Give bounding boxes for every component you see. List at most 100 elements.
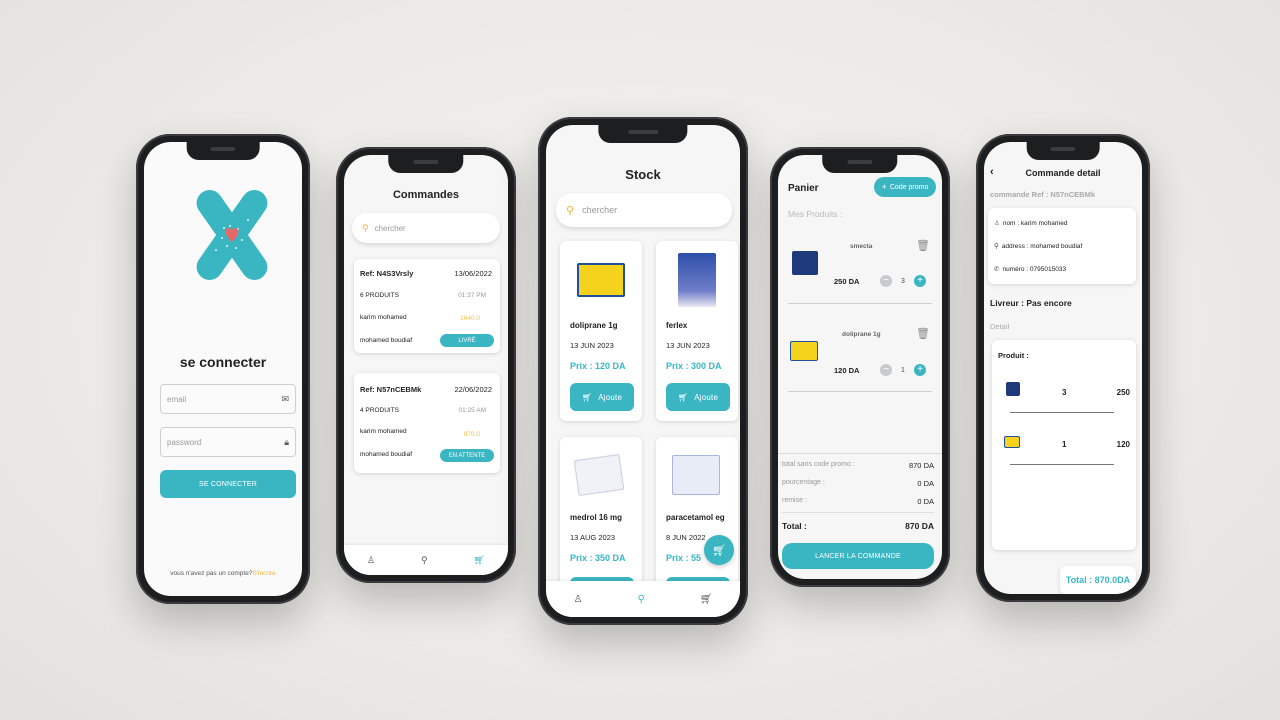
product-card[interactable]: paracetamol eg 8 JUN 2022 Prix : 55 [656, 437, 738, 597]
phone-stock: Stock ⚲ chercher doliprane 1g 13 JUN 202… [538, 117, 748, 625]
notch [388, 155, 464, 173]
add-button[interactable]: 🛒︎ Ajoute [666, 383, 730, 411]
profile-icon[interactable]: ♙ [367, 555, 375, 566]
product-date: 13 AUG 2023 [570, 533, 616, 542]
product-name: paracetamol eg [666, 513, 725, 522]
promo-code-button[interactable]: + Code promo [874, 177, 936, 197]
bottom-nav: ♙ ⚲ 🛒︎ [546, 581, 740, 617]
divider [1010, 412, 1114, 413]
plus-button[interactable]: + [914, 364, 926, 376]
cart-icon: 🛒︎ [712, 544, 726, 557]
detail-title: Commande detail [1025, 168, 1101, 178]
search-icon: ⚲ [362, 222, 369, 233]
client-name-row: ♙ nom : karim mohamed [994, 219, 1068, 227]
bottom-nav: ♙ ⚲ 🛒︎ [344, 545, 508, 575]
total-label: Total : [782, 521, 807, 531]
lock-icon: 🔒︎ [284, 436, 289, 447]
password-field[interactable]: password 🔒︎ [160, 427, 296, 457]
subtotal-value: 870 DA [908, 461, 934, 470]
divider [1010, 464, 1114, 465]
quantity-stepper[interactable]: − 3 + [880, 275, 926, 287]
total-value: 870 DA [905, 521, 934, 531]
product-price: Prix : 55 [666, 553, 702, 563]
discount-label: remise : [782, 497, 807, 504]
client-name: nom : karim mohamed [1002, 220, 1068, 227]
plus-icon: + [881, 182, 887, 192]
order-card[interactable]: Ref: N57nCEBMk 22/06/2022 4 PRODUITS 01:… [354, 373, 500, 473]
orders-screen: Commandes ⚲ chercher Ref: N4S3Vrsly 13/0… [344, 155, 508, 575]
order-amount: 1640.0 [460, 315, 480, 322]
stock-search-input[interactable]: ⚲ chercher [556, 193, 732, 227]
login-title: se connecter [179, 354, 267, 370]
order-driver: mohamed boudiaf [360, 337, 413, 344]
cart-item-name: doliprane 1g [842, 331, 881, 338]
minus-button[interactable]: − [880, 275, 892, 287]
order-count: 6 PRODUITS [360, 292, 400, 299]
launch-order-button[interactable]: LANCER LA COMMANDE [782, 543, 934, 569]
percent-label: pourcentage : [782, 479, 825, 486]
add-button[interactable]: 🛒︎ Ajoute [570, 383, 634, 411]
trash-icon[interactable]: 🗑︎ [916, 239, 930, 252]
product-image [573, 453, 625, 497]
products-label: Produit : [998, 351, 1029, 360]
search-icon[interactable]: ⚲ [421, 555, 428, 566]
notch [822, 155, 898, 173]
status-badge: LIVRÉ [440, 334, 494, 347]
minus-button[interactable]: − [880, 364, 892, 376]
order-driver: mohamed boudiaf [360, 451, 413, 458]
login-button[interactable]: SE CONNECTER [160, 470, 296, 498]
add-label: Ajoute [694, 392, 719, 402]
client-card: ♙ nom : karim mohamed ⚲ address : mohamed … [988, 208, 1136, 284]
product-image [792, 251, 818, 275]
quantity-stepper[interactable]: − 1 + [880, 364, 926, 376]
product-date: 13 JUN 2023 [666, 341, 710, 350]
order-ref: Ref: N57nCEBMk [360, 385, 422, 394]
phone-login: se connecter email ✉ password 🔒︎ SE CONN… [136, 134, 310, 604]
order-total: Total : 870.0DA [1060, 566, 1136, 594]
product-price: Prix : 300 DA [666, 361, 722, 371]
line-price: 250 [1116, 388, 1130, 397]
phone-orders: Commandes ⚲ chercher Ref: N4S3Vrsly 13/0… [336, 147, 516, 583]
order-amount: 870.0 [463, 431, 480, 438]
section-label: Mes Produits : [788, 209, 843, 219]
client-phone: numéro : 0795015033 [1002, 266, 1067, 273]
order-client: karim mohamed [360, 428, 407, 435]
notch [186, 142, 260, 160]
cart-item-name: smecta [850, 243, 873, 250]
profile-icon[interactable]: ♙ [574, 594, 583, 605]
signup-link[interactable]: S'incrire [252, 570, 275, 577]
mail-icon: ✉ [281, 393, 289, 404]
location-icon: ⚲ [994, 243, 999, 250]
phone-order-detail: ‹ Commande detail commande Ref : N57nCEB… [976, 134, 1150, 602]
cart-icon[interactable]: 🛒︎ [474, 555, 485, 566]
product-card[interactable]: ferlex 13 JUN 2023 Prix : 300 DA 🛒︎ Ajout… [656, 241, 738, 421]
divider [782, 512, 934, 513]
cart-fab[interactable]: 🛒︎ [704, 535, 734, 565]
quantity-value: 3 [901, 277, 905, 285]
stock-title: Stock [625, 167, 661, 182]
cart-icon[interactable]: 🛒︎ [700, 594, 713, 605]
product-image [577, 263, 625, 297]
detail-screen: ‹ Commande detail commande Ref : N57nCEB… [984, 142, 1142, 594]
orders-search-input[interactable]: ⚲ chercher [352, 213, 500, 243]
order-date: 13/06/2022 [454, 269, 492, 278]
product-image [790, 341, 818, 361]
percent-value: 0 DA [917, 479, 934, 488]
search-placeholder: chercher [582, 205, 618, 215]
stock-screen: Stock ⚲ chercher doliprane 1g 13 JUN 202… [546, 125, 740, 617]
person-icon: ♙ [994, 220, 1000, 227]
order-count: 4 PRODUITS [360, 407, 400, 414]
product-image [672, 455, 720, 495]
order-card[interactable]: Ref: N4S3Vrsly 13/06/2022 6 PRODUITS 01:… [354, 259, 500, 353]
client-address-row: ⚲ address : mohamed boudiaf [994, 242, 1082, 250]
product-card[interactable]: medrol 16 mg 13 AUG 2023 Prix : 350 DA [560, 437, 642, 597]
divider [788, 391, 932, 392]
divider [778, 453, 942, 454]
product-price: Prix : 120 DA [570, 361, 626, 371]
trash-icon[interactable]: 🗑︎ [916, 327, 930, 340]
plus-button[interactable]: + [914, 275, 926, 287]
product-card[interactable]: doliprane 1g 13 JUN 2023 Prix : 120 DA 🛒… [560, 241, 642, 421]
email-field[interactable]: email ✉ [160, 384, 296, 414]
search-icon[interactable]: ⚲ [637, 594, 644, 605]
add-label: Ajoute [598, 392, 623, 402]
